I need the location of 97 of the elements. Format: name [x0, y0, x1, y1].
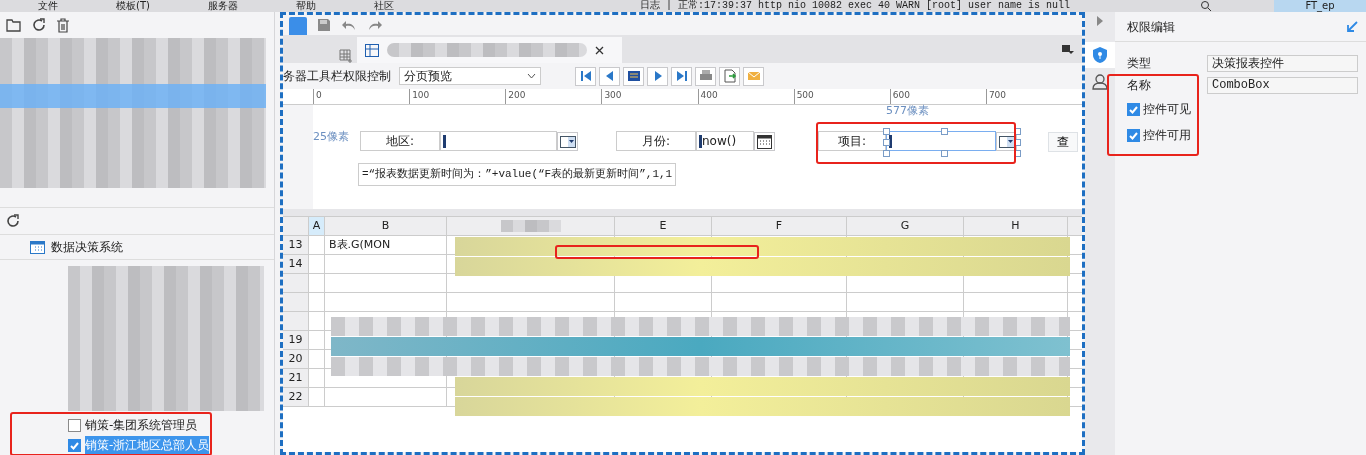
row-header[interactable]: 14	[283, 255, 309, 273]
refresh-icon[interactable]	[6, 214, 20, 228]
page-view-button[interactable]	[623, 66, 644, 86]
dropdown-button[interactable]	[557, 132, 578, 151]
dimension-label: 577像素	[886, 103, 929, 119]
calendar-icon	[757, 134, 772, 149]
printer-button[interactable]	[695, 66, 716, 86]
checkbox-label[interactable]: 控件可见	[1143, 100, 1191, 118]
report-icon	[365, 43, 379, 57]
input-field[interactable]: now()	[696, 131, 754, 151]
menu-item[interactable]: 文件	[38, 0, 58, 12]
expand-arrow-icon[interactable]	[1097, 16, 1103, 26]
text-cursor	[699, 134, 702, 148]
ruler-label: 0	[313, 89, 410, 104]
shield-icon	[1093, 47, 1107, 63]
ruler-label: 400	[697, 89, 794, 104]
column-header[interactable]: F	[712, 217, 847, 235]
panel-title: 权限编辑	[1127, 18, 1175, 36]
date-picker-button[interactable]	[754, 132, 775, 151]
column-header[interactable]: E	[615, 217, 712, 235]
checkbox[interactable]	[68, 418, 81, 432]
field-label: 名称	[1127, 77, 1152, 94]
first-page-icon	[578, 69, 593, 83]
ruler-label: 200	[505, 89, 602, 104]
column-header[interactable]: H	[964, 217, 1068, 235]
text-field[interactable]: ComboBox	[1207, 76, 1358, 94]
text-field[interactable]: 决策报表控件	[1207, 54, 1358, 72]
menu-item[interactable]: 帮助	[295, 0, 316, 12]
input-field[interactable]	[440, 131, 557, 151]
input-field[interactable]	[886, 131, 996, 151]
shield-tab[interactable]	[1085, 42, 1115, 68]
checkbox-label[interactable]: 控件可用	[1143, 126, 1191, 144]
row-header[interactable]: 13	[283, 236, 309, 254]
dropdown-icon	[559, 135, 576, 148]
query-button[interactable]: 查	[1048, 132, 1078, 152]
tree-root-label[interactable]: 数据决策系统	[51, 238, 123, 256]
next-page-button[interactable]	[647, 66, 668, 86]
row-header[interactable]: 20	[283, 350, 309, 368]
redacted-area	[500, 220, 561, 232]
resize-handle[interactable]	[941, 150, 948, 157]
person-icon[interactable]	[1092, 74, 1108, 90]
chevron-down-icon	[527, 73, 536, 79]
grid-add-icon[interactable]	[339, 49, 353, 63]
field-label: 类型	[1127, 55, 1152, 72]
resize-handle[interactable]	[941, 128, 948, 135]
close-icon[interactable]	[595, 45, 604, 55]
field-label: 月份:	[616, 131, 696, 151]
ruler-label: 300	[601, 89, 698, 104]
ruler-label: 100	[409, 89, 506, 104]
checkbox[interactable]	[1127, 128, 1140, 142]
text-cursor	[443, 134, 446, 148]
trash-icon[interactable]	[56, 17, 70, 33]
dropdown-icon	[998, 135, 1015, 148]
previous-page-button[interactable]	[599, 66, 620, 86]
field-label: 地区:	[360, 131, 440, 151]
last-page-button[interactable]	[671, 66, 692, 86]
last-page-icon	[674, 69, 689, 83]
mail-icon	[746, 69, 761, 83]
preview-mode-select[interactable]: 分页预览	[399, 67, 541, 85]
search-icon[interactable]	[1200, 0, 1212, 12]
arrow-icon[interactable]	[1346, 20, 1358, 33]
ruler-label: 500	[793, 89, 890, 104]
dimension-label: 25像素	[313, 129, 349, 145]
menu-item[interactable]: 模板(T)	[116, 0, 150, 12]
export-icon	[722, 69, 737, 83]
row-header[interactable]: 19	[283, 331, 309, 349]
checkbox[interactable]	[68, 438, 81, 452]
export-button[interactable]	[719, 66, 740, 86]
row-header[interactable]: 22	[283, 388, 309, 406]
column-header[interactable]: B	[325, 217, 447, 235]
undo-icon[interactable]	[341, 19, 357, 31]
ruler-label: 700	[985, 89, 1082, 104]
checkbox[interactable]	[1127, 102, 1140, 116]
log-message: 日志 | 正常:17:39:37 http nio 10082 exec 40 WARN [root] user name is null	[640, 0, 1072, 12]
menu-item[interactable]: 服务器	[207, 0, 238, 12]
table-icon	[30, 240, 45, 254]
mail-button[interactable]	[743, 66, 764, 86]
preview-label: 务器工具栏权限控制	[283, 68, 391, 85]
table-cell: B表.G(MON	[325, 236, 447, 254]
ruler-label: 600	[889, 89, 986, 104]
row-header[interactable]: 21	[283, 369, 309, 387]
formula-text: =“报表数据更新时间为：”+value(“F表的最新更新时间”,1,1	[358, 163, 677, 186]
redo-icon[interactable]	[367, 19, 383, 31]
field-label: 项目:	[818, 131, 886, 151]
refresh-icon[interactable]	[32, 18, 46, 32]
menu-item[interactable]: 社区	[373, 0, 394, 12]
role-label[interactable]: 销策-集团系统管理员	[85, 416, 198, 434]
first-page-button[interactable]	[575, 66, 596, 86]
folder-icon[interactable]	[6, 18, 22, 32]
printer-icon	[698, 69, 713, 83]
column-header[interactable]: G	[847, 217, 964, 235]
user-name[interactable]: FT_ep	[1274, 0, 1366, 12]
field-value: now()	[702, 133, 737, 150]
column-header[interactable]: A	[309, 217, 325, 235]
save-icon[interactable]	[317, 18, 331, 32]
menu-icon[interactable]	[1062, 45, 1074, 55]
page-view-icon	[626, 69, 641, 83]
